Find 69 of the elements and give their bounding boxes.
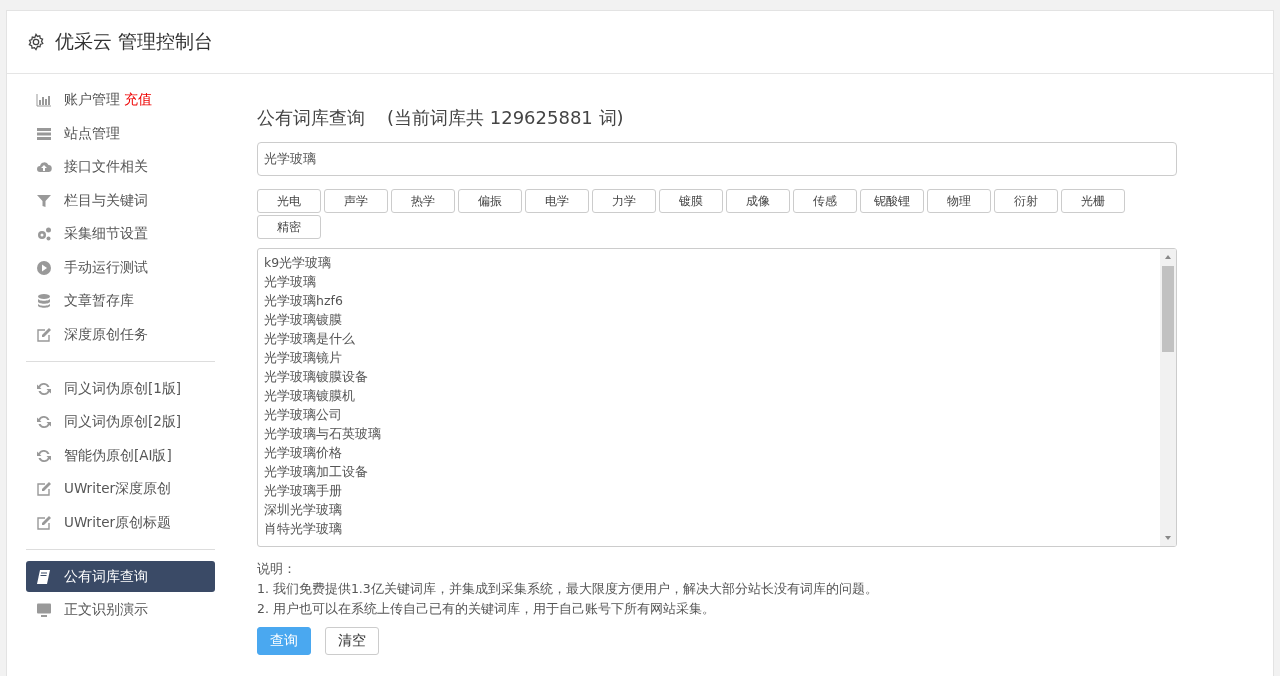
word-count: (当前词库共 129625881 词) — [387, 106, 624, 130]
edit-icon — [36, 481, 52, 497]
bar-chart-icon — [36, 92, 52, 108]
keyword-tag[interactable]: 电学 — [525, 189, 589, 213]
gears-icon — [36, 226, 52, 242]
clear-button[interactable]: 清空 — [325, 627, 379, 655]
keyword-tag[interactable]: 铌酸锂 — [860, 189, 924, 213]
keyword-tag[interactable]: 精密 — [257, 215, 321, 239]
refresh-icon — [36, 447, 52, 464]
keyword-tag[interactable]: 光栅 — [1061, 189, 1125, 213]
result-line: 光学玻璃公司 — [264, 406, 343, 424]
result-line: 光学玻璃hzf6 — [264, 292, 344, 310]
edit-icon — [36, 326, 52, 343]
result-line: 深圳光学玻璃 — [264, 501, 343, 519]
note-line: 2. 用户也可以在系统上传自己已有的关键词库，用于自己账号下所有网站采集。 — [257, 600, 716, 618]
keyword-tag[interactable]: 力学 — [592, 189, 656, 213]
refresh-icon — [36, 414, 52, 430]
sidebar-item[interactable]: 同义词伪原创[1版] — [26, 373, 215, 404]
database-icon — [36, 293, 52, 309]
keyword-tag[interactable]: 偏振 — [458, 189, 522, 213]
result-line: 光学玻璃加工设备 — [264, 463, 369, 481]
sidebar-item[interactable]: 栏目与关键词 — [26, 185, 215, 216]
result-line: 光学玻璃是什么 — [264, 330, 356, 348]
result-line: k9光学玻璃 — [264, 254, 333, 272]
sidebar-item[interactable]: 同义词伪原创[2版] — [26, 406, 215, 438]
keyword-tag[interactable]: 传感 — [793, 189, 857, 213]
console-title: 优采云 管理控制台 — [55, 29, 214, 54]
keyword-tag[interactable]: 成像 — [726, 189, 790, 213]
sidebar-item[interactable]: 手动运行测试 — [26, 252, 215, 283]
keyword-tag[interactable]: 镀膜 — [659, 189, 723, 213]
keyword-tag[interactable]: 光电 — [257, 189, 321, 213]
filter-icon — [36, 192, 52, 209]
edit-icon — [36, 514, 52, 531]
sidebar-item[interactable]: UWriter深度原创 — [26, 473, 215, 505]
result-line: 光学玻璃镜片 — [264, 349, 343, 367]
book-icon — [36, 568, 52, 585]
result-line: 肖特光学玻璃 — [264, 520, 343, 538]
play-icon — [36, 259, 52, 276]
page-title: 公有词库查询 — [257, 106, 365, 130]
result-line: 光学玻璃手册 — [264, 482, 343, 500]
result-line: 光学玻璃 — [264, 273, 317, 291]
sidebar-item[interactable]: UWriter原创标题 — [26, 507, 215, 538]
sidebar-item[interactable]: 智能伪原创[AI版] — [26, 440, 215, 471]
result-line: 光学玻璃与石英玻璃 — [264, 425, 382, 443]
result-line: 光学玻璃镀膜机 — [264, 387, 356, 405]
sidebar-item[interactable]: 站点管理 — [26, 118, 215, 149]
keyword-tag[interactable]: 衍射 — [994, 189, 1058, 213]
sidebar-item[interactable]: 采集细节设置 — [26, 218, 215, 250]
keyword-tag[interactable]: 热学 — [391, 189, 455, 213]
search-field[interactable]: 光学玻璃 — [257, 142, 1177, 176]
monitor-icon — [36, 602, 52, 618]
sidebar-item[interactable]: 公有词库查询 — [26, 561, 215, 592]
sidebar-item[interactable]: 深度原创任务 — [26, 319, 215, 350]
sidebar-item[interactable]: 接口文件相关 — [26, 151, 215, 183]
cloud-upload-icon — [36, 159, 52, 175]
result-line: 光学玻璃镀膜设备 — [264, 368, 369, 386]
keyword-tag[interactable]: 物理 — [927, 189, 991, 213]
sidebar-item[interactable]: 文章暂存库 — [26, 285, 215, 317]
notes-heading: 说明： — [257, 560, 297, 578]
settings-icon — [27, 33, 45, 51]
sidebar-item[interactable]: 正文识别演示 — [26, 594, 215, 626]
results-list[interactable]: k9光学玻璃 光学玻璃 光学玻璃hzf6 光学玻璃镀膜 光学玻璃是什么 光学玻璃镜片 光学玻璃镀膜设备 光学玻璃镀膜机 光学玻璃公司 光学玻璃与石英玻璃 光学玻璃价格 光学玻璃加工设备 光学玻璃手册 深圳光学玻璃 肖特光学玻璃 — [257, 248, 1177, 547]
refresh-icon — [36, 380, 52, 397]
note-line: 1. 我们免费提供1.3亿关键词库，并集成到采集系统，最大限度方便用户，解决大部分站长没有词库的问题。 — [257, 580, 879, 598]
result-line: 光学玻璃价格 — [264, 444, 343, 462]
sidebar-item[interactable]: 账户管理 充值 — [26, 84, 215, 116]
result-line: 光学玻璃镀膜 — [264, 311, 343, 329]
keyword-tag[interactable]: 声学 — [324, 189, 388, 213]
server-icon — [36, 125, 52, 142]
